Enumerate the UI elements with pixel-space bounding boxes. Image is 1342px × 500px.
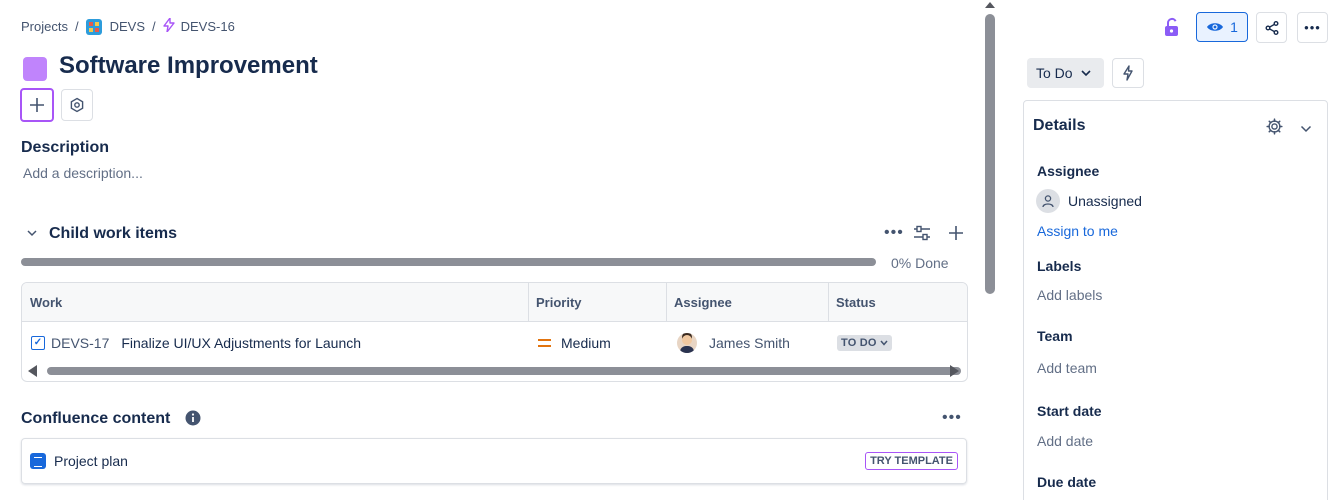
row-priority: Medium (561, 335, 611, 351)
task-checkbox-icon: ✓ (31, 336, 45, 350)
confluence-item-left: Project plan (30, 453, 128, 469)
assignee-label: Assignee (1037, 163, 1100, 179)
chevron-down-icon (880, 340, 888, 346)
apps-button[interactable] (61, 89, 93, 121)
default-avatar-icon (1036, 189, 1060, 213)
table-row[interactable]: ✓ DEVS-17 Finalize UI/UX Adjustments for… (22, 323, 967, 363)
watch-count: 1 (1230, 19, 1238, 35)
horizontal-scrollbar[interactable] (22, 361, 967, 381)
more-icon[interactable]: ••• (884, 224, 904, 242)
status-label: TO DO (841, 337, 877, 349)
confluence-more-icon[interactable]: ••• (942, 409, 962, 427)
watch-button[interactable]: 1 (1196, 12, 1248, 42)
column-status[interactable]: Status (828, 283, 967, 322)
confluence-item[interactable]: Project plan TRY TEMPLATE (21, 438, 967, 484)
labels-label: Labels (1037, 258, 1082, 274)
row-key[interactable]: DEVS-17 (51, 335, 109, 351)
scrollbar-thumb[interactable] (47, 367, 961, 375)
chevron-down-icon (1081, 69, 1091, 76)
share-button[interactable] (1256, 12, 1287, 43)
breadcrumb-projects-link[interactable]: Projects (21, 19, 68, 34)
table-header: Work Priority Assignee Status (22, 283, 967, 322)
work-cell: ✓ DEVS-17 Finalize UI/UX Adjustments for… (31, 323, 361, 363)
scroll-left-icon[interactable] (28, 365, 37, 377)
status-dropdown[interactable]: To Do (1027, 58, 1104, 88)
share-icon (1265, 20, 1278, 35)
more-actions-icon: ••• (1304, 20, 1321, 35)
epic-bolt-icon (162, 17, 175, 35)
breadcrumb-project-label: DEVS (109, 19, 145, 34)
child-items-heading: Child work items (49, 225, 178, 242)
breadcrumb-issue-link[interactable]: DEVS-16 (162, 17, 235, 35)
status-cell[interactable]: TO DO (837, 323, 892, 363)
breadcrumb-issue-label: DEVS-16 (180, 19, 235, 34)
priority-cell[interactable]: Medium (538, 323, 611, 363)
row-assignee: James Smith (709, 335, 790, 351)
epic-color-swatch (23, 57, 47, 81)
page-title[interactable]: Software Improvement (59, 52, 318, 80)
assignee-value: Unassigned (1068, 193, 1142, 209)
confluence-page-icon (30, 453, 46, 469)
priority-medium-icon (538, 339, 551, 347)
assign-to-me-link[interactable]: Assign to me (1037, 223, 1118, 239)
status-badge[interactable]: TO DO (837, 335, 892, 351)
project-logo-icon (85, 18, 102, 35)
scroll-right-icon[interactable] (950, 365, 959, 377)
eye-icon (1207, 23, 1224, 31)
labels-field[interactable]: Add labels (1037, 287, 1102, 303)
add-button[interactable] (20, 88, 54, 122)
breadcrumb: Projects / DEVS / DEVS-16 (21, 17, 235, 35)
info-icon[interactable] (185, 410, 201, 431)
add-child-icon[interactable] (948, 225, 964, 246)
assignee-cell[interactable]: James Smith (677, 323, 790, 363)
team-field[interactable]: Add team (1037, 360, 1097, 376)
team-label: Team (1037, 328, 1073, 344)
status-dropdown-label: To Do (1036, 65, 1073, 81)
collapse-chevron-icon[interactable] (26, 226, 38, 244)
breadcrumb-separator: / (74, 19, 79, 34)
child-items-table: Work Priority Assignee Status ✓ DEVS-17 … (21, 282, 968, 382)
details-heading[interactable]: Details (1033, 117, 1085, 135)
assignee-field[interactable]: Unassigned (1036, 189, 1142, 213)
start-date-field[interactable]: Add date (1037, 433, 1093, 449)
description-heading: Description (21, 139, 110, 156)
scroll-up-icon[interactable] (985, 2, 995, 8)
confluence-heading: Confluence content (21, 410, 171, 427)
filter-icon[interactable] (913, 225, 931, 246)
unlock-icon[interactable] (1163, 17, 1181, 42)
column-assignee[interactable]: Assignee (666, 283, 829, 322)
avatar (677, 333, 697, 353)
due-date-label: Due date (1037, 474, 1097, 490)
progress-bar (21, 258, 876, 266)
confluence-item-title[interactable]: Project plan (54, 453, 128, 469)
lightning-icon (1123, 65, 1133, 81)
automation-button[interactable] (1112, 58, 1144, 88)
progress-text: 0% Done (891, 255, 949, 271)
row-summary[interactable]: Finalize UI/UX Adjustments for Launch (121, 335, 361, 351)
breadcrumb-separator: / (152, 19, 156, 34)
start-date-label: Start date (1037, 403, 1102, 419)
gear-icon[interactable] (1266, 118, 1283, 140)
more-actions-button[interactable]: ••• (1297, 12, 1328, 43)
main-scrollbar-thumb[interactable] (985, 14, 995, 294)
breadcrumb-project-link[interactable]: DEVS (85, 18, 145, 35)
column-priority[interactable]: Priority (528, 283, 667, 322)
description-input[interactable]: Add a description... (23, 165, 143, 181)
hexagon-icon (70, 97, 84, 113)
try-template-button[interactable]: TRY TEMPLATE (865, 452, 958, 470)
column-work[interactable]: Work (22, 283, 529, 322)
details-chevron-icon[interactable] (1300, 121, 1312, 139)
confluence-item-right: TRY TEMPLATE (865, 451, 958, 470)
plus-icon (30, 98, 44, 112)
